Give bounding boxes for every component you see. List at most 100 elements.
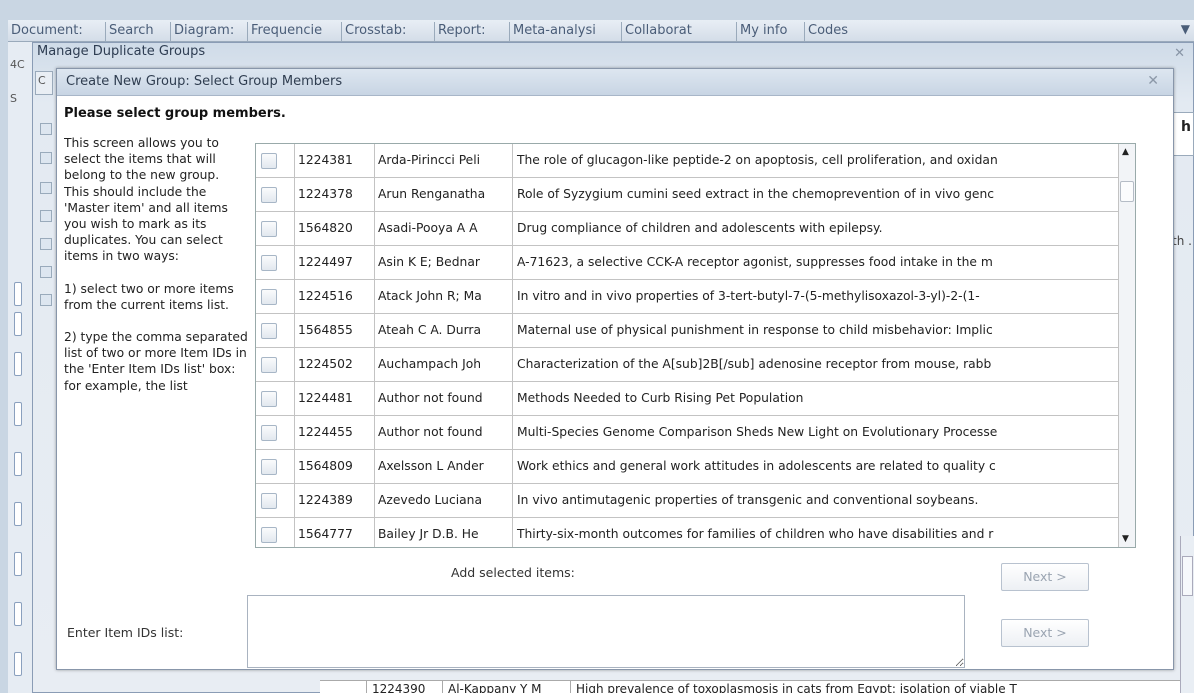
next-button-selected[interactable]: Next > — [1001, 563, 1089, 591]
background-checkbox[interactable] — [40, 152, 52, 164]
background-vertical-tab[interactable] — [14, 452, 22, 476]
background-checkbox[interactable] — [40, 182, 52, 194]
item-title: Drug compliance of children and adolesce… — [512, 212, 1119, 245]
item-author: Azevedo Luciana — [374, 484, 512, 517]
tab-collaborate[interactable]: Collaborat — [621, 22, 736, 42]
row-checkbox[interactable] — [261, 425, 277, 441]
row-checkbox-cell — [256, 280, 296, 313]
item-title: A-71623, a selective CCK-A receptor agon… — [512, 246, 1119, 279]
table-row[interactable]: 1224455 Author not found Multi-Species Gen… — [256, 416, 1119, 450]
row-checkbox[interactable] — [261, 255, 277, 271]
next-button-ids[interactable]: Next > — [1001, 619, 1089, 647]
background-vertical-tab[interactable] — [14, 312, 22, 336]
item-author: Ateah C A. Durra — [374, 314, 512, 347]
row-checkbox[interactable] — [261, 153, 277, 169]
tab-codes[interactable]: Codes — [804, 22, 874, 42]
item-author: Axelsson L Ander — [374, 450, 512, 483]
table-row[interactable]: 1224497 Asin K E; Bednar A-71623, a select… — [256, 246, 1119, 280]
instruction-paragraph: 2) type the comma separated list of two … — [64, 330, 248, 393]
item-author: Al-Kappany Y M — [442, 681, 570, 693]
row-checkbox-cell — [256, 484, 296, 517]
table-row[interactable]: 1564809 Axelsson L Ander Work ethics and g… — [256, 450, 1119, 484]
background-scrollbar[interactable] — [1180, 536, 1194, 693]
tab-reports[interactable]: Report: — [434, 22, 509, 42]
tab-diagrams[interactable]: Diagram: — [170, 22, 247, 42]
scrollbar-thumb[interactable] — [1182, 556, 1193, 596]
item-id: 1224516 — [294, 280, 374, 313]
background-vertical-tab[interactable] — [14, 402, 22, 426]
instruction-paragraph: 1) select two or more items from the cur… — [64, 281, 234, 312]
tab-frequencies[interactable]: Frequencie — [247, 22, 341, 42]
table-row[interactable]: 1224516 Atack John R; Ma In vitro and in v… — [256, 280, 1119, 314]
row-checkbox[interactable] — [261, 493, 277, 509]
item-author: Author not found — [374, 416, 512, 449]
item-title: In vitro and in vivo properties of 3-ter… — [512, 280, 1119, 313]
table-row[interactable]: 1564820 Asadi-Pooya A A Drug compliance of… — [256, 212, 1119, 246]
item-id: 1224389 — [294, 484, 374, 517]
row-checkbox[interactable] — [261, 187, 277, 203]
item-id: 1224455 — [294, 416, 374, 449]
item-title: Methods Needed to Curb Rising Pet Popula… — [512, 382, 1119, 415]
row-checkbox[interactable] — [261, 391, 277, 407]
close-icon[interactable]: ✕ — [1174, 46, 1185, 61]
background-table-row: 1224390 Al-Kappany Y M High prevalence o… — [320, 680, 1180, 693]
background-subtab[interactable]: C — [35, 71, 53, 95]
background-checkbox[interactable] — [40, 294, 52, 306]
table-row[interactable]: 1224502 Auchampach Joh Characterization of… — [256, 348, 1119, 382]
row-checkbox[interactable] — [261, 289, 277, 305]
row-checkbox-cell — [256, 416, 296, 449]
row-checkbox[interactable] — [261, 459, 277, 475]
tab-crosstabs[interactable]: Crosstab: — [341, 22, 434, 42]
background-vertical-tab[interactable] — [14, 352, 22, 376]
table-row[interactable]: 1224481 Author not found Methods Needed to… — [256, 382, 1119, 416]
item-title: Maternal use of physical punishment in r… — [512, 314, 1119, 347]
tab-overflow-arrow-icon[interactable]: ▼ — [1181, 22, 1190, 36]
close-icon[interactable]: ✕ — [1147, 73, 1159, 89]
item-id: 1224502 — [294, 348, 374, 381]
row-checkbox[interactable] — [261, 527, 277, 543]
row-checkbox-cell — [256, 382, 296, 415]
row-checkbox-cell[interactable] — [320, 681, 366, 693]
table-row[interactable]: 1224389 Azevedo Luciana In vivo antimutage… — [256, 484, 1119, 518]
table-row[interactable]: 1224381 Arda-Pirincci Peli The role of glu… — [256, 144, 1119, 178]
side-label: S — [10, 92, 17, 105]
row-checkbox[interactable] — [261, 221, 277, 237]
table-row[interactable]: 1224378 Arun Renganatha Role of Syzygium c… — [256, 178, 1119, 212]
row-checkbox[interactable] — [261, 323, 277, 339]
background-checkbox[interactable] — [40, 238, 52, 250]
background-vertical-tab[interactable] — [14, 602, 22, 626]
item-author: Author not found — [374, 382, 512, 415]
item-id: 1224497 — [294, 246, 374, 279]
item-author: Bailey Jr D.B. He — [374, 518, 512, 547]
background-vertical-tab[interactable] — [14, 552, 22, 576]
item-title: Role of Syzygium cumini seed extract in … — [512, 178, 1119, 211]
item-id: 1564777 — [294, 518, 374, 547]
row-checkbox[interactable] — [261, 357, 277, 373]
tab-meta-analysis[interactable]: Meta-analysi — [509, 22, 621, 42]
tab-my-info[interactable]: My info — [736, 22, 804, 42]
item-title: The role of glucagon-like peptide-2 on a… — [512, 144, 1119, 177]
item-ids-input[interactable] — [247, 595, 965, 668]
tab-documents[interactable]: Document: — [8, 22, 105, 42]
tab-search[interactable]: Search — [105, 22, 170, 42]
item-id: 1564855 — [294, 314, 374, 347]
main-tabstrip: Document: Search Diagram: Frequencie Cro… — [8, 20, 1194, 42]
grid-scrollbar[interactable]: ▲ ▼ — [1118, 144, 1135, 547]
background-checkbox[interactable] — [40, 123, 52, 135]
scrollbar-thumb[interactable] — [1120, 181, 1134, 202]
table-row[interactable]: 1564777 Bailey Jr D.B. He Thirty-six-month… — [256, 518, 1119, 547]
side-label: C — [38, 74, 46, 87]
background-checkbox[interactable] — [40, 266, 52, 278]
dialog-title: Create New Group: Select Group Members — [66, 74, 343, 89]
item-id: 1224481 — [294, 382, 374, 415]
row-checkbox-cell — [256, 450, 296, 483]
background-checkbox[interactable] — [40, 210, 52, 222]
background-vertical-tab[interactable] — [14, 502, 22, 526]
manage-duplicates-title: Manage Duplicate Groups — [37, 44, 206, 59]
table-row[interactable]: 1564855 Ateah C A. Durra Maternal use of p… — [256, 314, 1119, 348]
scroll-down-icon[interactable]: ▼ — [1122, 534, 1129, 544]
background-vertical-tab[interactable] — [14, 652, 22, 676]
row-checkbox-cell — [256, 144, 296, 177]
scroll-up-icon[interactable]: ▲ — [1122, 147, 1129, 157]
background-vertical-tab[interactable] — [14, 282, 22, 306]
